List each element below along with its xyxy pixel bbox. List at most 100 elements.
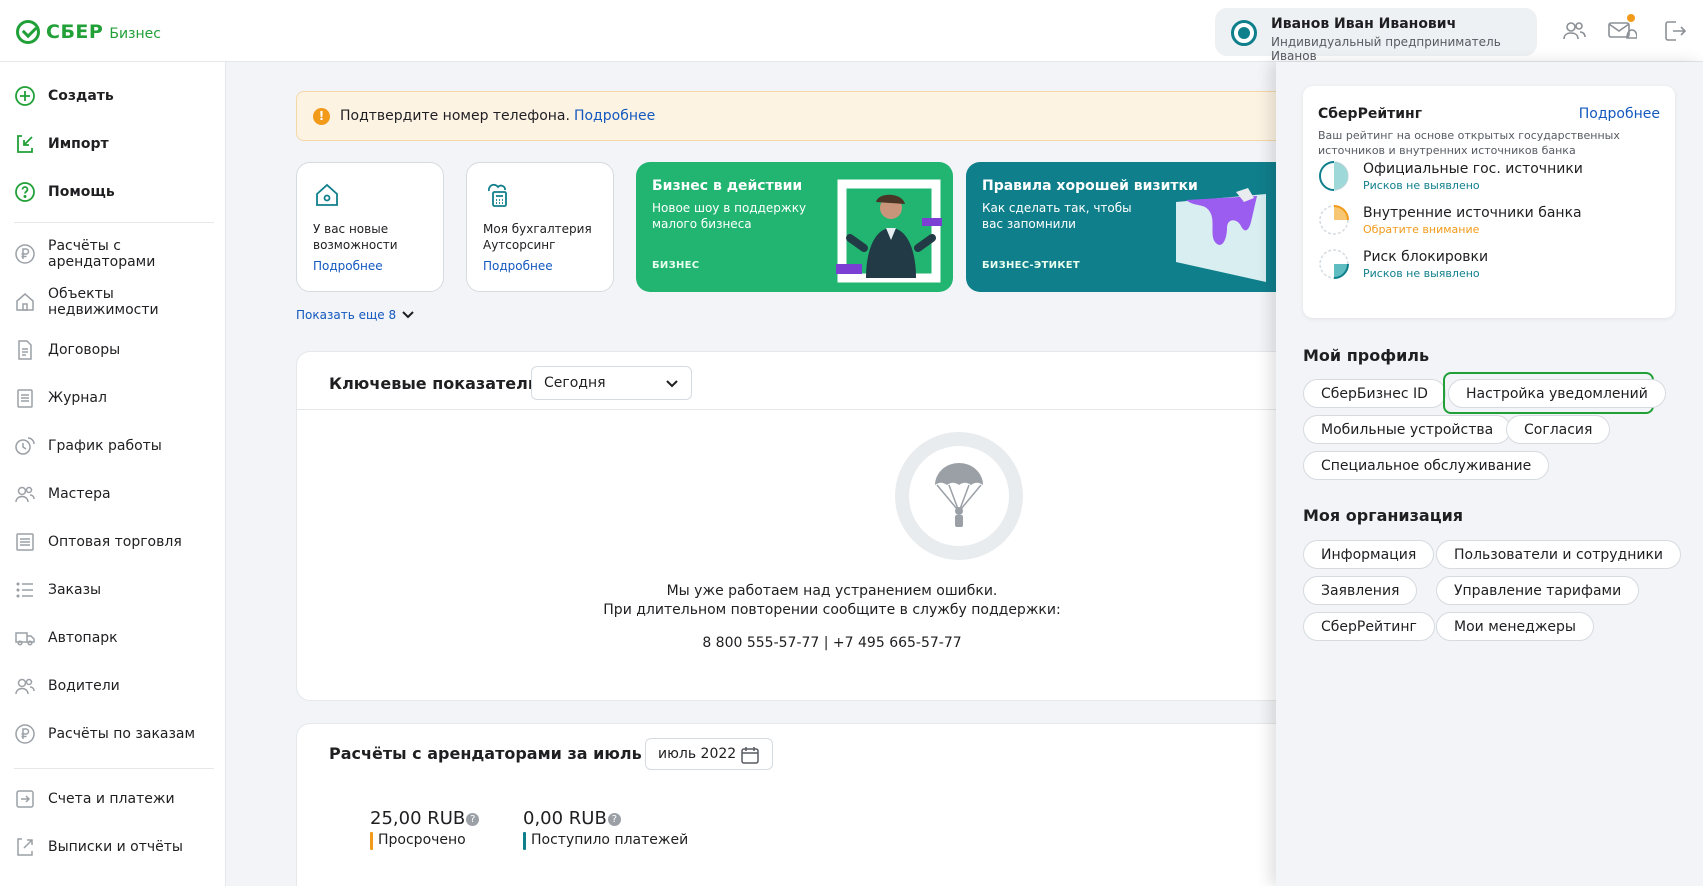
users-icon[interactable] [1561,18,1587,44]
phone-confirm-alert: ! Подтвердите номер телефона. Подробнее [296,91,1296,141]
sidebar-item-real-estate[interactable]: Объекты недвижимости [14,286,219,318]
sidebar-item-reports[interactable]: Выписки и отчёты [14,834,219,860]
sidebar-item-orders[interactable]: Заказы [14,577,219,603]
user-organization: Индивидуальный предприниматель Иванов [1271,35,1501,63]
chevron-down-icon [666,380,678,388]
sidebar-item-journal[interactable]: Журнал [14,385,219,411]
sber-business-logo[interactable]: СБЕР Бизнес [16,20,161,44]
sidebar-item-wholesale[interactable]: Оптовая торговля [14,529,219,555]
sber-rating-card: СберРейтинг Подробнее Ваш рейтинг на осн… [1303,86,1675,318]
my-profile-title: Мой профиль [1303,346,1430,365]
promo-business-card-rules[interactable]: Правила хорошей визитки Как сделать так,… [966,162,1277,292]
tenants-period-select[interactable]: июль 2022 [645,738,773,770]
show-more-link[interactable]: Показать еще 8 [296,308,414,322]
chip-applications[interactable]: Заявления [1303,576,1418,605]
help-icon[interactable]: ? [607,812,621,826]
sidebar-item-tenant-payments[interactable]: Расчёты с арендаторами [14,238,219,270]
top-header: СБЕР Бизнес Иванов Иван Иванович Индивид… [0,0,1703,63]
sidebar-item-contracts[interactable]: Договоры [14,337,219,363]
alert-more-link[interactable]: Подробнее [574,108,655,124]
promo-tag: БИЗНЕС-ЭТИКЕТ [982,260,1081,271]
sidebar-label: Мастера [48,486,111,502]
support-phones: 8 800 555-57-77 | +7 495 665-57-77 [702,635,962,651]
sidebar-label: Оптовая торговля [48,534,182,550]
journal-icon [14,387,36,409]
presenter-illustration [836,179,942,283]
ruble-icon [14,723,36,745]
sidebar-label: Импорт [48,136,109,152]
chip-tariff-management[interactable]: Управление тарифами [1436,576,1640,605]
received-amount: 0,00 RUB? [523,808,621,829]
promo-business-in-action[interactable]: Бизнес в действии Новое шоу в поддержку … [636,162,953,292]
sidebar-label: Водители [48,678,120,694]
sidebar-item-fleet[interactable]: Автопарк [14,625,219,651]
rating-row-status: Рисков не выявлено [1363,267,1480,280]
sidebar-item-import[interactable]: Импорт [14,131,219,157]
key-metrics-period-select[interactable]: Сегодня [531,366,692,400]
sber-logo-icon [16,20,40,44]
chip-sber-rating[interactable]: СберРейтинг [1303,612,1435,641]
chip-sberbusiness-id[interactable]: СберБизнес ID [1303,379,1446,408]
chip-my-managers[interactable]: Мои менеджеры [1436,612,1594,641]
sidebar-item-masters[interactable]: Мастера [14,481,219,507]
feature-card-accounting[interactable]: Моя бухгалтерия Аутсорсинг Подробнее [466,162,614,292]
chip-information[interactable]: Информация [1303,540,1435,569]
list-icon [14,579,36,601]
sidebar-item-schedule[interactable]: График работы [14,433,219,459]
logout-icon[interactable] [1662,18,1688,44]
wholesale-icon [14,531,36,553]
chip-consents[interactable]: Согласия [1506,415,1611,444]
rating-more-link[interactable]: Подробнее [1579,106,1660,122]
rating-row-name: Официальные гос. источники [1363,161,1583,177]
chip-users-employees[interactable]: Пользователи и сотрудники [1436,540,1682,569]
import-icon [14,133,36,155]
card-more-link[interactable]: Подробнее [313,259,383,273]
house-icon [313,181,341,209]
logo-text: СБЕР [46,21,104,43]
error-line-1: Мы уже работаем над устранением ошибки. [666,583,998,599]
sidebar-label: Автопарк [48,630,118,646]
chip-notification-settings[interactable]: Настройка уведомлений [1448,379,1666,408]
rating-row-name: Внутренние источники банка [1363,205,1582,221]
mail-bell-icon[interactable] [1607,14,1638,44]
tenants-panel: Расчёты с арендаторами за июль 2022 июль… [296,723,1296,886]
sidebar-item-payments[interactable]: Счета и платежи [14,786,219,812]
sidebar-item-order-payments[interactable]: Расчёты по заказам [14,721,219,747]
sidebar-item-drivers[interactable]: Водители [14,673,219,699]
plus-circle-icon [14,85,36,107]
parachute-icon [935,463,983,527]
chip-special-service[interactable]: Специальное обслуживание [1303,451,1550,480]
rating-row-status: Рисков не выявлено [1363,179,1480,192]
rating-row-name: Риск блокировки [1363,249,1489,265]
user-avatar-icon [1231,20,1257,46]
received-value: 0,00 RUB [523,808,607,829]
sidebar-item-create[interactable]: Создать [14,83,219,109]
help-icon[interactable]: ? [466,812,480,826]
card-more-link[interactable]: Подробнее [483,259,553,273]
feature-card-new-opportunities[interactable]: У вас новые возможности Подробнее [296,162,444,292]
help-icon [14,181,36,203]
alert-text: Подтвердите номер телефона. [340,108,570,124]
chip-mobile-devices[interactable]: Мобильные устройства [1303,415,1512,444]
sidebar-label: Счета и платежи [48,791,175,807]
profile-overlay-panel: СберРейтинг Подробнее Ваш рейтинг на осн… [1276,62,1703,886]
promo-tag: БИЗНЕС [652,260,700,271]
drivers-icon [14,675,36,697]
main-content: ! Подтвердите номер телефона. Подробнее … [226,62,1297,886]
card-text: У вас новые возможности [313,222,398,252]
panel-divider [297,409,1297,410]
sidebar-label: Объекты недвижимости [48,286,159,318]
user-profile-chip[interactable]: Иванов Иван Иванович Индивидуальный пред… [1215,8,1537,63]
tenants-title: Расчёты с арендаторами за июль 2022 [329,744,692,763]
sidebar-divider [14,768,214,769]
promo-subtitle: Как сделать так, чтобы вас запомнили [982,201,1132,231]
sidebar-label: Расчёты по заказам [48,726,196,742]
overdue-amount: 25,00 RUB? [370,808,480,829]
sidebar-item-help[interactable]: Помощь [14,179,219,205]
notification-dot [1627,14,1635,22]
error-illustration [895,432,1023,560]
chevron-down-icon [402,311,414,319]
sidebar-label: Выписки и отчёты [48,839,183,855]
schedule-icon [14,435,36,457]
key-metrics-title: Ключевые показатели [329,374,540,393]
